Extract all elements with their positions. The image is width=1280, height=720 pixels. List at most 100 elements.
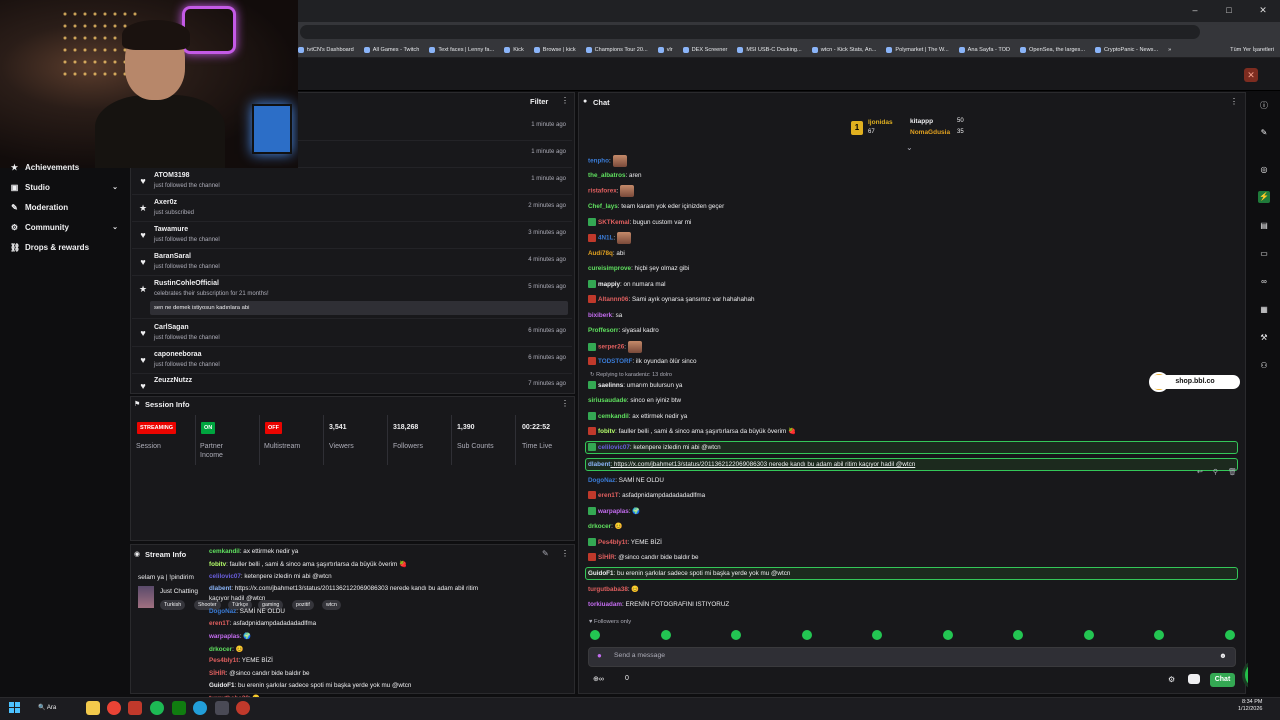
quick-emote-icon[interactable] bbox=[660, 630, 671, 640]
activity-username[interactable]: ZeuzzNutzz bbox=[154, 377, 192, 384]
chat-username[interactable]: dlabent bbox=[209, 585, 231, 592]
edit-stream-icon[interactable]: ✎ bbox=[542, 549, 549, 558]
chat-username[interactable]: cureisimprove bbox=[588, 265, 631, 272]
quick-emote-icon[interactable] bbox=[1224, 630, 1235, 640]
profile-avatar-icon[interactable]: ✕ bbox=[1244, 68, 1258, 82]
chat-username[interactable]: warpaplas bbox=[598, 508, 629, 515]
telegram-icon[interactable] bbox=[193, 701, 207, 715]
bookmark-item[interactable]: tvtCN's Dashboard bbox=[298, 46, 354, 53]
filter-button[interactable]: Filter bbox=[530, 97, 548, 106]
chat-username[interactable]: ristaforex bbox=[588, 188, 617, 195]
bookmark-item[interactable]: Text faces | Lenny fa... bbox=[429, 46, 494, 53]
quick-emote-icon[interactable] bbox=[872, 630, 882, 640]
chevron-down-icon[interactable]: ⌄ bbox=[112, 223, 118, 231]
chat-username[interactable]: SİHİR bbox=[598, 554, 615, 561]
bookmark-item[interactable]: Ana Sayfa - TOD bbox=[958, 46, 1010, 53]
xbox-icon[interactable] bbox=[172, 701, 186, 715]
channel-points[interactable]: ⊕∞ bbox=[593, 675, 604, 683]
chat-username[interactable]: tenpho bbox=[588, 158, 609, 165]
wrench-icon[interactable]: ⚒ bbox=[1258, 332, 1270, 344]
leaderboard-second-name[interactable]: kitappp bbox=[910, 118, 933, 125]
chat-username[interactable]: celilovic07 bbox=[209, 573, 241, 580]
chat-username[interactable]: the_albatros bbox=[588, 172, 625, 179]
bookmark-item[interactable]: CryptoPanic - News... bbox=[1095, 46, 1158, 53]
chat-username[interactable]: serper26 bbox=[598, 344, 624, 351]
link-icon[interactable]: ∞ bbox=[1258, 276, 1270, 288]
camera-icon[interactable]: ◎ bbox=[1258, 164, 1270, 176]
chat-username[interactable]: dlabent bbox=[588, 461, 610, 468]
bookmark-item[interactable]: Polymarket | The W... bbox=[886, 46, 949, 53]
activity-username[interactable]: Tawamure bbox=[154, 226, 188, 233]
chat-more-icon[interactable]: ⋮ bbox=[1230, 97, 1238, 106]
activity-more-icon[interactable]: ⋮ bbox=[561, 96, 569, 105]
chat-username[interactable]: 4N1L bbox=[598, 235, 613, 242]
pencil-icon[interactable]: ✎ bbox=[1258, 127, 1270, 139]
quick-emote-icon[interactable] bbox=[1083, 630, 1094, 640]
windows-start-icon[interactable] bbox=[9, 702, 21, 714]
server-icon[interactable]: ▦ bbox=[1258, 304, 1270, 316]
chat-username[interactable]: Chef_lays bbox=[588, 203, 618, 210]
activity-username[interactable]: BaranSaral bbox=[154, 253, 191, 260]
chat-username[interactable]: Altannn06 bbox=[598, 296, 628, 303]
stream-tag[interactable]: wtcn bbox=[322, 600, 341, 610]
chat-username[interactable]: fobitv bbox=[598, 428, 615, 435]
activity-username[interactable]: CarlSagan bbox=[154, 324, 189, 331]
leaderboard-first-name[interactable]: ljonidas bbox=[868, 119, 893, 126]
sidebar-item-community[interactable]: ⚙ Community ⌄ bbox=[0, 219, 128, 235]
activity-username[interactable]: RustinCohleOfficial bbox=[154, 280, 219, 287]
all-bookmarks-button[interactable]: Tüm Yer İşaretleri bbox=[1230, 47, 1280, 53]
chat-input[interactable] bbox=[588, 647, 1236, 667]
stream-info-more-icon[interactable]: ⋮ bbox=[561, 549, 569, 558]
lightning-icon[interactable]: ⚡ bbox=[1258, 191, 1270, 203]
chat-username[interactable]: DogoNaz bbox=[588, 477, 615, 484]
chat-username[interactable]: Proffesorr bbox=[588, 327, 618, 334]
delete-icon[interactable]: 🗑 bbox=[1228, 468, 1237, 476]
bookmark-item[interactable]: MSI USB-C Docking... bbox=[737, 46, 802, 53]
leaderboard-expand-icon[interactable]: ⌄ bbox=[906, 143, 913, 152]
bookmark-item[interactable]: DEX Screener bbox=[682, 46, 727, 53]
community-icon[interactable] bbox=[1188, 674, 1200, 684]
minimize-button[interactable]: – bbox=[1178, 0, 1212, 22]
app-icon[interactable] bbox=[215, 701, 229, 715]
chat-bubble-icon[interactable]: ▭ bbox=[1258, 248, 1270, 260]
bookmark-item[interactable]: Browse | kick bbox=[533, 46, 576, 53]
sidebar-item-studio[interactable]: ▣ Studio ⌄ bbox=[0, 179, 128, 195]
chat-username[interactable]: Pes4bly1t bbox=[209, 657, 238, 664]
spotify-icon[interactable] bbox=[150, 701, 164, 715]
emote-picker-icon[interactable]: ☻ bbox=[1219, 651, 1227, 660]
leaderboard-third-name[interactable]: NomaGdusia bbox=[910, 129, 950, 136]
sidebar-item-moderation[interactable]: ✎ Moderation bbox=[0, 199, 128, 215]
quick-emote-icon[interactable] bbox=[590, 630, 600, 640]
shop-link[interactable]: shop.bbl.co bbox=[1150, 375, 1240, 389]
chat-username[interactable]: saelinns bbox=[598, 382, 623, 389]
chat-username[interactable]: DogoNaz bbox=[209, 608, 236, 615]
chat-username[interactable]: drkocer bbox=[588, 523, 611, 530]
chat-username[interactable]: cemkandil bbox=[209, 548, 240, 555]
reply-icon[interactable]: ↩ bbox=[1197, 468, 1203, 476]
bookmarks-overflow-button[interactable]: » bbox=[1168, 47, 1171, 53]
info-icon[interactable]: ⓘ bbox=[1258, 100, 1270, 112]
record-icon[interactable] bbox=[236, 701, 250, 715]
session-more-icon[interactable]: ⋮ bbox=[561, 399, 569, 408]
quick-emote-icon[interactable] bbox=[801, 630, 812, 640]
chat-username[interactable]: fobitv bbox=[209, 561, 226, 568]
taskbar-search[interactable]: 🔍 Ara bbox=[38, 701, 82, 715]
quick-emote-icon[interactable] bbox=[1013, 630, 1023, 640]
bookmark-item[interactable]: wtcn - Kick Stats, An... bbox=[811, 46, 876, 53]
chevron-down-icon[interactable]: ⌄ bbox=[112, 183, 118, 191]
chat-username[interactable]: mappiy bbox=[598, 281, 620, 288]
maximize-button[interactable]: □ bbox=[1212, 0, 1246, 22]
mic-icon[interactable]: ● bbox=[597, 651, 602, 660]
bookmark-item[interactable]: Champions Tour 20... bbox=[585, 46, 648, 53]
chat-username[interactable]: Audi78q bbox=[588, 250, 613, 257]
chat-username[interactable]: torkiuadam bbox=[588, 601, 622, 608]
quick-emote-icon[interactable] bbox=[942, 630, 953, 640]
chat-username[interactable]: eren1T bbox=[598, 492, 619, 499]
send-chat-button[interactable]: Chat bbox=[1210, 673, 1235, 687]
chat-username[interactable]: celilovic07 bbox=[598, 444, 630, 451]
chat-username[interactable]: drkocer bbox=[209, 646, 232, 653]
close-window-button[interactable]: ✕ bbox=[1246, 0, 1280, 22]
chat-settings-icon[interactable]: ⚙ bbox=[1168, 675, 1175, 684]
bookmark-item[interactable]: Kick bbox=[504, 46, 524, 53]
sidebar-item-achievements[interactable]: ★ Achievements bbox=[0, 159, 128, 175]
